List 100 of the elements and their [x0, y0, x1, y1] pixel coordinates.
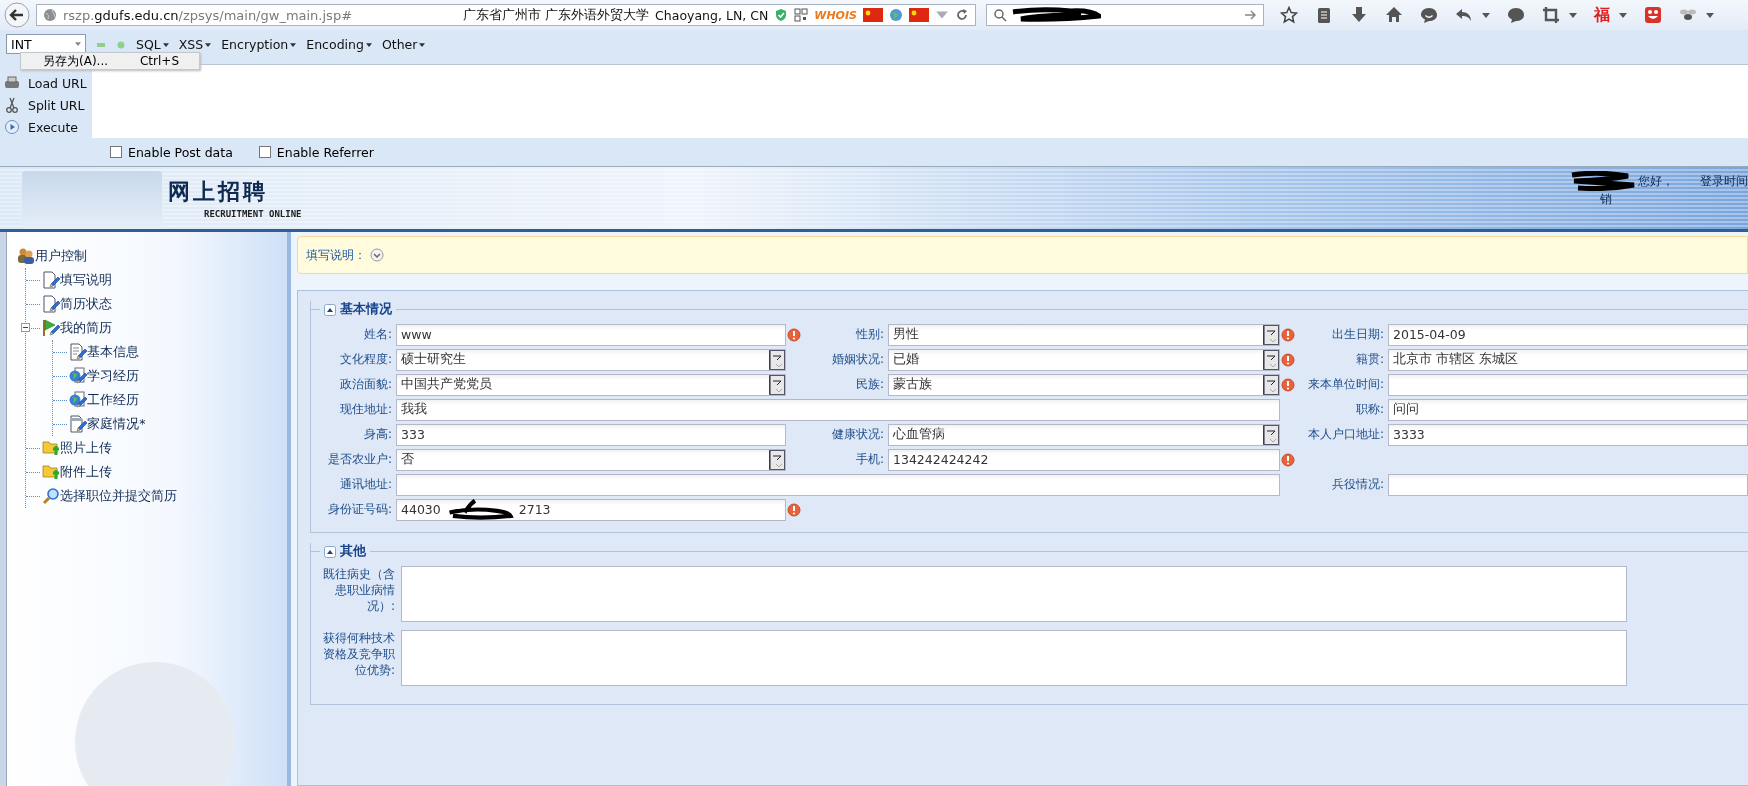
dropdown-button[interactable]	[1263, 374, 1279, 395]
clipboard-icon[interactable]	[1315, 6, 1333, 24]
dropdown-button[interactable]	[1263, 424, 1279, 445]
caret-icon[interactable]	[205, 42, 212, 47]
tree-item[interactable]: 选择职位并提交简历	[60, 487, 178, 505]
people-icon	[17, 247, 36, 265]
text-field[interactable]: 134242424242	[888, 448, 1280, 471]
globe-icon[interactable]	[889, 8, 903, 22]
menu-item[interactable]: SQL	[136, 37, 169, 52]
tree-item[interactable]: 家庭情况*	[87, 415, 146, 433]
logout-link[interactable]: 销	[1600, 191, 1748, 208]
address-bar[interactable]: rszp.gdufs.edu.cn/zpsys/main/gw_main.jsp# 广东省广州市 广东外语外贸大学 Chaoyang, LN, CN WHOIS	[36, 4, 976, 26]
caret-icon[interactable]	[1569, 12, 1577, 18]
checkbox-label[interactable]: Enable Referrer	[276, 144, 374, 160]
field-label: 职称:	[1354, 401, 1384, 418]
page-pencil-icon	[42, 295, 61, 313]
field-label: 政治面貌:	[338, 376, 392, 393]
caret-icon[interactable]	[290, 42, 297, 47]
shield-icon[interactable]	[774, 8, 789, 22]
field-label: 来本单位时间:	[1306, 376, 1384, 393]
back-button[interactable]	[4, 2, 30, 28]
smiley-chat-icon[interactable]	[1420, 6, 1438, 24]
textarea-field[interactable]	[401, 630, 1627, 686]
text-field[interactable]: 问问	[1388, 398, 1748, 421]
folder-plus-icon	[42, 439, 61, 457]
calendar-pencil-icon	[69, 415, 88, 433]
tree-item[interactable]: 照片上传	[60, 439, 113, 457]
dropdown-button[interactable]	[769, 349, 785, 370]
select-field[interactable]: 男性	[888, 323, 1280, 346]
context-menu-item[interactable]: 另存为(A)... Ctrl+S	[20, 52, 200, 70]
arrow-right-icon[interactable]	[1243, 8, 1257, 22]
collapse-button[interactable]	[324, 303, 336, 316]
select-field[interactable]: 心血管病	[888, 423, 1280, 446]
dot-icon[interactable]	[116, 40, 126, 50]
dropdown[interactable]: INT	[6, 34, 86, 54]
toolbar-glyph[interactable]: 福	[1594, 4, 1610, 26]
qr-code-icon[interactable]	[794, 8, 809, 22]
select-field[interactable]: 否	[396, 448, 786, 471]
text-field[interactable]: www	[396, 323, 786, 346]
text-field[interactable]: 我我	[396, 398, 1280, 421]
expand-button[interactable]	[370, 248, 384, 262]
dropdown-button[interactable]	[769, 374, 785, 395]
caret-icon[interactable]	[1482, 12, 1490, 18]
field-label: 既往病史（含患职业病情况）:	[322, 566, 395, 615]
select-field[interactable]: 已婚	[888, 348, 1280, 371]
search-field[interactable]	[986, 4, 1264, 26]
tree-item[interactable]: 工作经历	[87, 391, 140, 409]
dropdown-button[interactable]	[769, 449, 785, 470]
field-label: 身高:	[362, 426, 392, 443]
menu-item[interactable]: Encryption	[221, 37, 297, 52]
flag-icon[interactable]	[909, 8, 929, 22]
tree-item[interactable]: 学习经历	[87, 367, 140, 385]
checkbox[interactable]	[258, 146, 271, 158]
menu-item[interactable]: Encoding	[306, 37, 372, 52]
collapse-toggle[interactable]	[21, 323, 31, 332]
tree-item[interactable]: 填写说明	[60, 271, 113, 289]
caret-icon[interactable]	[1619, 12, 1627, 18]
star-icon[interactable]	[1280, 6, 1298, 24]
flag-icon[interactable]	[863, 8, 883, 22]
tree-item[interactable]: 我的简历	[60, 319, 113, 337]
face-icon[interactable]	[1644, 6, 1662, 24]
toolbar-button[interactable]: Execute	[28, 119, 78, 135]
toolbar-button[interactable]: Split URL	[28, 97, 85, 113]
tree-item[interactable]: 简历状态	[60, 295, 113, 313]
text-field[interactable]	[1388, 373, 1748, 396]
reload-icon[interactable]	[955, 8, 969, 22]
speech-bubble-icon[interactable]	[1507, 6, 1525, 24]
textarea-field[interactable]	[401, 566, 1627, 622]
checkbox-label[interactable]: Enable Post data	[128, 144, 233, 160]
home-icon[interactable]	[1385, 6, 1403, 24]
text-field[interactable]: 44030 2713	[396, 498, 786, 521]
menu-item[interactable]: Other	[381, 37, 426, 52]
text-field[interactable]	[1388, 473, 1748, 496]
text-field[interactable]: 2015-04-09	[1388, 323, 1748, 346]
notice-label: 填写说明：	[306, 246, 366, 264]
caret-icon[interactable]	[1706, 12, 1714, 18]
text-field[interactable]	[396, 473, 1280, 496]
crop-icon[interactable]	[1542, 6, 1560, 24]
field-label: 本人户口地址:	[1306, 426, 1384, 443]
collapse-button[interactable]	[324, 545, 336, 558]
menu-item[interactable]: XSS	[178, 37, 212, 52]
caret-icon[interactable]	[365, 42, 372, 47]
text-field[interactable]: 333	[396, 423, 786, 446]
tree-item[interactable]: 基本信息	[87, 343, 140, 361]
dropdown-button[interactable]	[1263, 324, 1279, 345]
select-field[interactable]: 中国共产党党员	[396, 373, 786, 396]
field-label: 姓名:	[362, 326, 392, 343]
tree-item[interactable]: 附件上传	[60, 463, 113, 481]
select-field[interactable]: 蒙古族	[888, 373, 1280, 396]
field-label: 健康状况:	[830, 426, 884, 443]
dropdown-button[interactable]	[1263, 349, 1279, 370]
caret-icon[interactable]	[419, 42, 426, 47]
checkbox[interactable]	[110, 146, 122, 158]
text-field[interactable]: 北京市 市辖区 东城区	[1388, 348, 1748, 371]
toolbar-button[interactable]: Load URL	[28, 75, 87, 91]
caret-icon[interactable]	[162, 42, 169, 47]
select-field[interactable]: 硕士研究生	[396, 348, 786, 371]
download-icon[interactable]	[1350, 6, 1368, 24]
text-field[interactable]: 3333	[1388, 423, 1748, 446]
tree-item[interactable]: 用户控制	[35, 247, 88, 265]
